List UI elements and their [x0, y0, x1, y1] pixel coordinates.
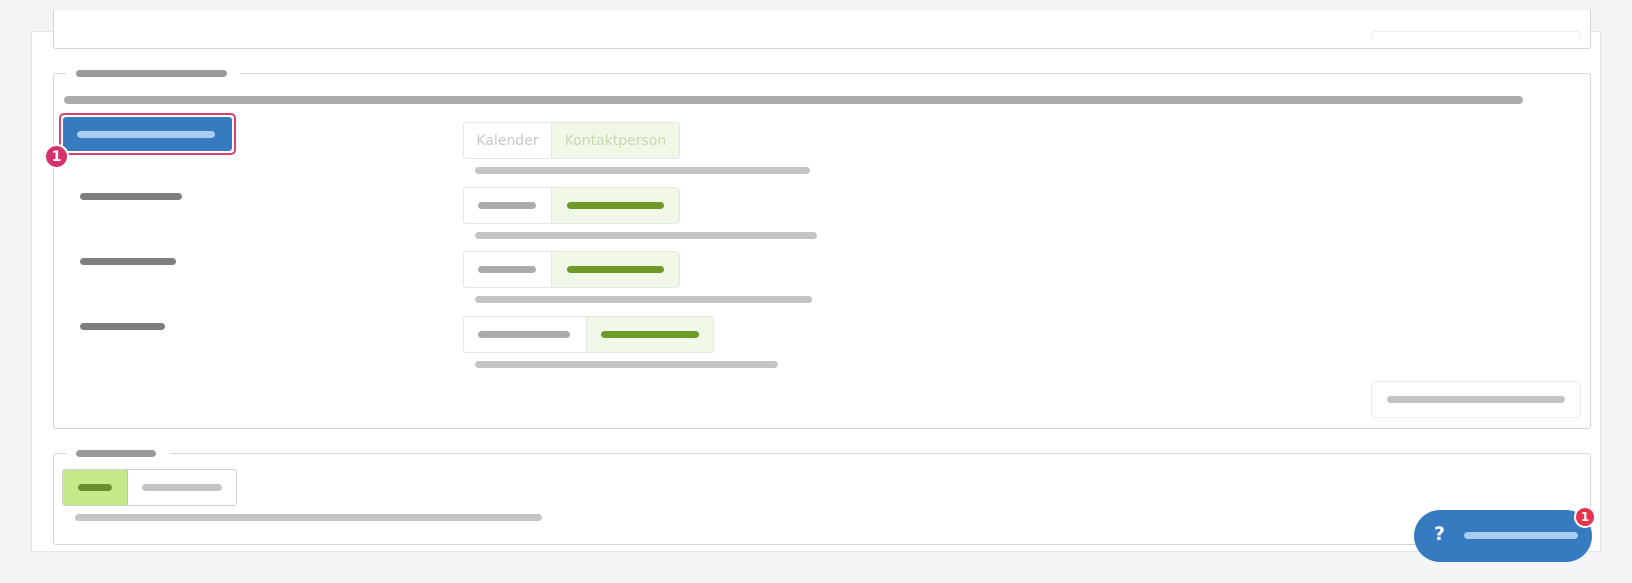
step-badge: 1 — [44, 144, 69, 169]
save-button-label — [1387, 396, 1565, 403]
help-button-label — [1464, 532, 1578, 539]
section-toggle — [53, 453, 1591, 545]
row-2-option-1[interactable] — [464, 188, 551, 223]
row-2-option-2-label — [567, 202, 664, 209]
toggle-on-option[interactable] — [63, 470, 128, 505]
question-icon: ? — [1434, 523, 1446, 545]
on-off-toggle — [62, 469, 237, 506]
row-4-help-text — [475, 361, 778, 368]
row-4-option-1-label — [478, 331, 570, 338]
toggle-on-label — [78, 484, 112, 491]
row-1-help-text — [475, 167, 810, 174]
segmented-control-row-2 — [463, 187, 680, 224]
segmented-control-row-1: Kalender Kontaktperson — [463, 122, 680, 159]
row-4-option-2[interactable] — [586, 317, 713, 352]
section-settings — [53, 73, 1591, 429]
row-3-option-1-label — [478, 266, 536, 273]
row-3-option-2-label — [567, 266, 664, 273]
segmented-control-row-4 — [463, 316, 714, 353]
toggle-off-label — [142, 484, 222, 491]
primary-action-label — [77, 131, 215, 138]
row-2-option-2[interactable] — [551, 188, 679, 223]
row-3-help-text — [475, 296, 812, 303]
section-toggle-help-text — [75, 514, 542, 521]
row-4-option-1[interactable] — [464, 317, 586, 352]
toggle-off-option[interactable] — [128, 470, 236, 505]
row-3-label — [80, 258, 176, 265]
option-kontaktperson[interactable]: Kontaktperson — [551, 123, 679, 158]
section-legend — [76, 70, 227, 77]
segmented-control-row-3 — [463, 251, 680, 288]
previous-section-button[interactable] — [1371, 31, 1581, 39]
notification-badge: 1 — [1574, 506, 1596, 528]
row-3-option-1[interactable] — [464, 252, 551, 287]
row-4-option-2-label — [601, 331, 699, 338]
row-2-option-1-label — [478, 202, 536, 209]
option-kalender[interactable]: Kalender — [464, 123, 551, 158]
section-description — [64, 96, 1523, 104]
primary-action-button[interactable] — [59, 113, 236, 155]
row-2-help-text — [475, 232, 817, 239]
row-2-label — [80, 193, 182, 200]
help-button[interactable]: ? — [1414, 510, 1592, 562]
section-toggle-legend — [76, 450, 156, 457]
row-3-option-2[interactable] — [551, 252, 679, 287]
save-button[interactable] — [1371, 381, 1581, 418]
row-4-label — [80, 323, 165, 330]
previous-section — [53, 10, 1591, 49]
